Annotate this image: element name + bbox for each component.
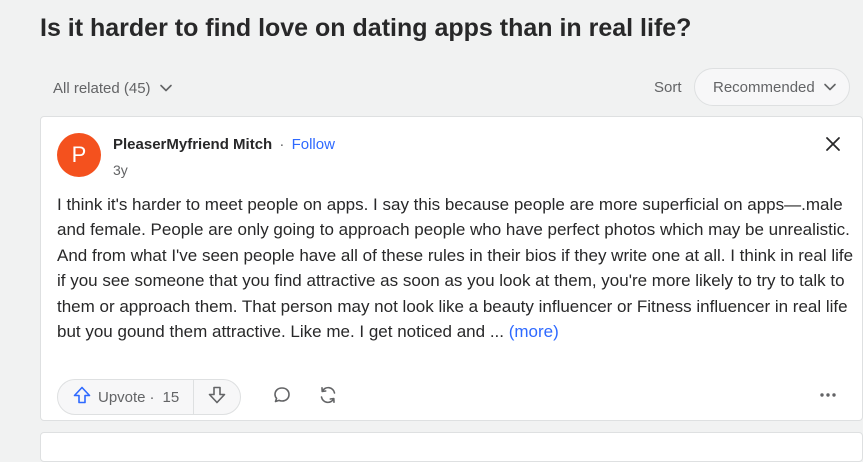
author-line: PleaserMyfriend Mitch · Follow [113,136,335,153]
avatar-letter: P [71,142,87,167]
upvote-count: 15 [162,388,180,406]
sort-dropdown[interactable]: Recommended [694,68,850,106]
answer-text: I think it's harder to meet people on ap… [57,195,854,342]
upvote-separator: · [149,388,155,406]
question-title[interactable]: Is it harder to find love on dating apps… [40,14,691,43]
downvote-arrow-icon [207,385,227,410]
upvote-button[interactable]: Upvote · 15 [58,380,193,414]
comment-button[interactable] [266,381,298,413]
sort-label: Sort [654,79,682,96]
author-name[interactable]: PleaserMyfriend Mitch [113,136,272,153]
avatar[interactable]: P [57,133,101,177]
sort-value: Recommended [713,78,815,96]
chevron-down-icon [823,80,837,94]
share-button[interactable] [312,381,344,413]
downvote-button[interactable] [194,380,240,414]
close-icon [825,136,841,157]
share-icon [317,384,339,411]
more-options-icon [818,385,838,410]
upvote-arrow-icon [72,385,92,409]
follow-button[interactable]: Follow [292,136,335,153]
all-related-label: All related (45) [53,79,151,97]
chevron-down-icon [159,81,173,95]
all-related-dropdown[interactable]: All related (45) [40,71,186,105]
close-button[interactable] [822,135,844,157]
answer-timestamp[interactable]: 3y [113,162,128,178]
separator-dot: · [279,136,285,153]
more-link[interactable]: (more) [509,322,559,341]
comment-icon [272,385,292,410]
next-answer-card [40,432,863,462]
answer-body[interactable]: I think it's harder to meet people on ap… [57,192,857,344]
more-options-button[interactable] [812,381,844,413]
answer-card: P PleaserMyfriend Mitch · Follow 3y I th… [40,116,863,421]
vote-group: Upvote · 15 [57,379,242,415]
action-bar: Upvote · 15 [57,379,847,415]
answers-filter-bar: All related (45) Sort Recommended [40,66,863,110]
upvote-label: Upvote [98,388,146,406]
